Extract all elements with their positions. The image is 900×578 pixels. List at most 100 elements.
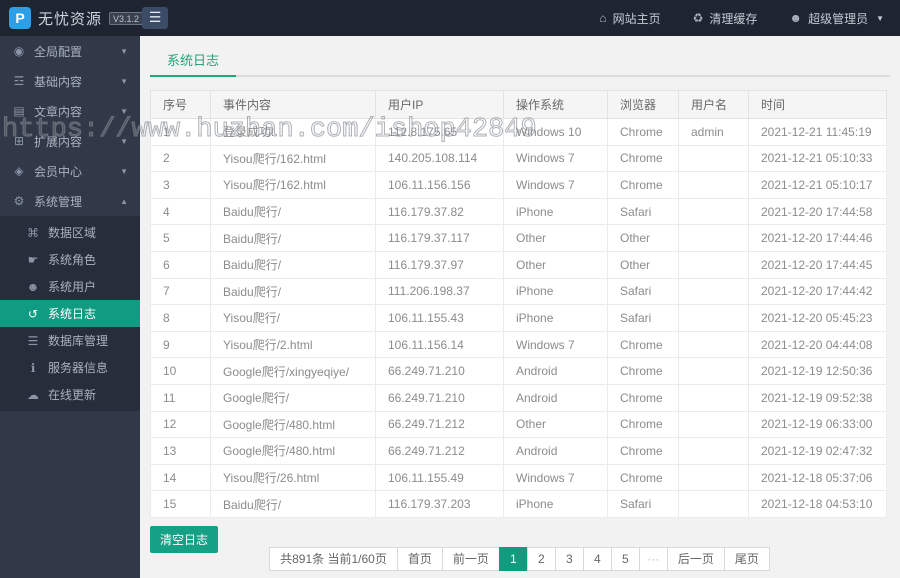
column-header: 浏览器	[607, 90, 679, 119]
pagination-info: 共891条 当前1/60页	[269, 547, 398, 571]
admin-user-menu[interactable]: ☻ 超级管理员 ▼	[789, 10, 884, 27]
pagination-page-1[interactable]: 1	[498, 547, 528, 571]
pagination-ellipsis: ···	[638, 547, 668, 571]
pagination-first[interactable]: 首页	[396, 547, 443, 571]
table-cell: 5	[150, 224, 211, 252]
sidebar-menu: ◉ 全局配置 ▼ ☲ 基础内容 ▼ ▤ 文章内容 ▼ ⊞ 扩展内容 ▼ ◈ 会员中心 ▼ ⚙ 系统管理 ▲	[0, 36, 140, 216]
table-cell: Baidu爬行/	[210, 224, 376, 252]
caret-down-icon: ▼	[876, 13, 884, 23]
table-cell	[678, 490, 749, 518]
table-cell: 2021-12-21 11:45:19	[748, 118, 887, 146]
table-cell: 2021-12-19 06:33:00	[748, 410, 887, 439]
menu-item-label: 系统角色	[48, 253, 97, 267]
menu-item-label: 系统用户	[48, 280, 97, 294]
table-cell	[678, 171, 749, 199]
menu-item-label: 系统管理	[34, 194, 83, 209]
cloud-icon: ☁	[27, 387, 39, 402]
table-cell: 2021-12-18 05:37:06	[748, 463, 887, 492]
sidebar-item-member-center[interactable]: ◈ 会员中心 ▼	[0, 156, 140, 186]
table-cell: Windows 10	[503, 118, 608, 146]
table-cell: Android	[503, 383, 608, 412]
table-cell: 66.249.71.210	[375, 383, 504, 412]
pagination-last[interactable]: 尾页	[723, 547, 770, 571]
table-cell: 2021-12-20 17:44:45	[748, 250, 887, 279]
caret-up-icon: ▲	[120, 196, 128, 206]
menu-item-label: 扩展内容	[34, 134, 83, 149]
table-cell: 2021-12-19 02:47:32	[748, 437, 887, 465]
gear-icon: ⚙	[13, 194, 25, 208]
pagination-page-2[interactable]: 2	[526, 547, 556, 571]
menu-toggle-button[interactable]: ☰	[142, 7, 168, 29]
sidebar-item-extend-content[interactable]: ⊞ 扩展内容 ▼	[0, 126, 140, 156]
tab-system-log[interactable]: 系统日志	[150, 49, 237, 77]
table-cell: 7	[150, 277, 211, 306]
clear-cache-link[interactable]: ♻ 清理缓存	[693, 10, 758, 27]
sidebar-item-global-config[interactable]: ◉ 全局配置 ▼	[0, 36, 140, 66]
column-header: 操作系统	[503, 90, 608, 119]
table-cell: 66.249.71.212	[375, 437, 504, 465]
table-cell: Chrome	[607, 463, 679, 492]
table-cell: 2021-12-20 17:44:46	[748, 224, 887, 252]
pagination-next[interactable]: 后一页	[666, 547, 725, 571]
caret-down-icon: ▼	[120, 46, 128, 56]
submenu-item-system-log[interactable]: ↺ 系统日志	[0, 300, 140, 327]
sidebar-item-article-content[interactable]: ▤ 文章内容 ▼	[0, 96, 140, 126]
pagination-prev[interactable]: 前一页	[441, 547, 500, 571]
table-cell: iPhone	[503, 490, 608, 518]
table-cell: 106.11.155.43	[375, 304, 504, 332]
caret-down-icon: ▼	[120, 76, 128, 86]
topbar: P 无忧资源 V3.1.2 ☰ ⌂ 网站主页 ♻ 清理缓存 ☻ 超级管理员 ▼	[0, 0, 900, 36]
expand-icon: ⊞	[13, 134, 25, 148]
hamburger-icon: ☰	[148, 9, 162, 25]
table-cell: Other	[607, 224, 679, 252]
table-cell: Chrome	[607, 118, 679, 146]
pagination-page-4[interactable]: 4	[582, 547, 612, 571]
menu-item-label: 文章内容	[34, 104, 83, 119]
table-cell: 106.11.156.156	[375, 171, 504, 199]
menu-item-label: 系统日志	[48, 307, 97, 321]
site-home-link[interactable]: ⌂ 网站主页	[599, 10, 660, 27]
caret-down-icon: ▼	[120, 106, 128, 116]
table-cell	[678, 330, 749, 359]
table-cell: 111.206.198.37	[375, 277, 504, 306]
sitemap-icon: ⌘	[27, 225, 39, 240]
table-cell: Chrome	[607, 410, 679, 439]
caret-down-icon: ▼	[120, 136, 128, 146]
submenu-item-server-info[interactable]: ℹ 服务器信息	[0, 354, 140, 381]
submenu-item-online-update[interactable]: ☁ 在线更新	[0, 381, 140, 408]
user-icon: ☻	[789, 11, 803, 25]
submenu-item-data-region[interactable]: ⌘ 数据区域	[0, 219, 140, 246]
table-cell: 2021-12-21 05:10:33	[748, 144, 887, 173]
app-logo[interactable]: P 无忧资源 V3.1.2	[9, 7, 144, 29]
table-row: 15 Baidu爬行/116.179.37.203 iPhone Safari 2021…	[150, 490, 887, 518]
table-cell: 2021-12-20 17:44:58	[748, 197, 887, 226]
sidebar-item-system-manage[interactable]: ⚙ 系统管理 ▲	[0, 186, 140, 216]
table-row: 12 Google爬行/480.html 66.249.71.212 Other Chr…	[150, 410, 887, 439]
system-log-table: 序号 事件内容 用户IP 操作系统 浏览器 用户名 时间 1 登录成功! 112.8.175.6…	[150, 90, 887, 518]
table-cell: Google爬行/	[210, 383, 376, 412]
table-cell: Chrome	[607, 330, 679, 359]
pagination-page-5[interactable]: 5	[610, 547, 640, 571]
submenu-item-system-user[interactable]: ☻ 系统用户	[0, 273, 140, 300]
sidebar-item-basic-content[interactable]: ☲ 基础内容 ▼	[0, 66, 140, 96]
table-cell: Android	[503, 357, 608, 385]
table-cell: 6	[150, 250, 211, 279]
table-cell: Other	[503, 410, 608, 439]
column-header: 序号	[150, 90, 211, 119]
pagination-page-3[interactable]: 3	[554, 547, 584, 571]
tab-bar: 系统日志	[150, 49, 890, 77]
table-cell: Safari	[607, 197, 679, 226]
sidebar-submenu: ⌘ 数据区域 ☛ 系统角色 ☻ 系统用户 ↺ 系统日志 ☰ 数据库管理 ℹ 服务器信息 ☁ 在线更新	[0, 216, 140, 411]
table-row: 4 Baidu爬行/116.179.37.82 iPhone Safari 2021-1…	[150, 197, 887, 226]
table-cell: Google爬行/xingyeqiye/	[210, 357, 376, 385]
version-badge: V3.1.2	[109, 11, 144, 25]
table-cell: 116.179.37.82	[375, 197, 504, 226]
menu-item-label: 服务器信息	[48, 361, 109, 375]
table-cell	[678, 383, 749, 412]
table-cell: 66.249.71.210	[375, 357, 504, 385]
table-row: 9 Yisou爬行/2.html 106.11.156.14 Windows 7 Chr…	[150, 330, 887, 359]
table-cell: 106.11.155.49	[375, 463, 504, 492]
submenu-item-system-role[interactable]: ☛ 系统角色	[0, 246, 140, 273]
submenu-item-database-manage[interactable]: ☰ 数据库管理	[0, 327, 140, 354]
globe-icon: ◉	[13, 44, 25, 58]
